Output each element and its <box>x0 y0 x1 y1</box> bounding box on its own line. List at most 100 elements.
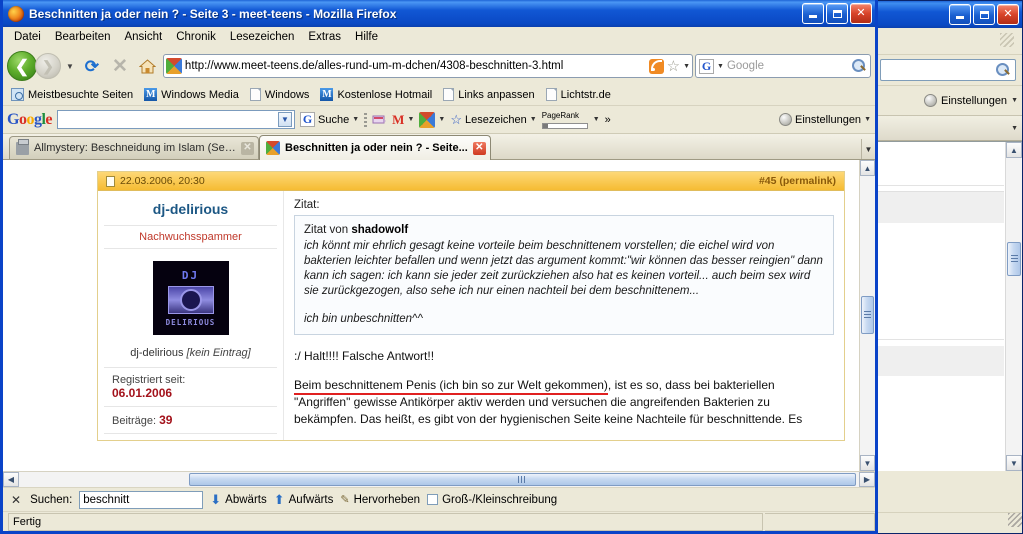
page-vertical-scrollbar[interactable]: ▲ ▼ <box>859 160 875 471</box>
bg-scroll-up-button[interactable]: ▲ <box>1006 142 1022 158</box>
google-settings-button[interactable]: Einstellungen ▼ <box>779 113 871 126</box>
tab-beschnitten[interactable]: Beschnitten ja oder nein ? - Seite... ✕ <box>259 135 491 160</box>
chevron-down-icon[interactable]: ▼ <box>407 116 414 123</box>
address-dropdown-icon[interactable]: ▼ <box>683 63 690 70</box>
menu-bearbeiten[interactable]: Bearbeiten <box>48 29 118 45</box>
bookmark-star-icon[interactable]: ☆ <box>667 59 680 74</box>
menu-hilfe[interactable]: Hilfe <box>348 29 385 45</box>
bg-close-button[interactable]: ✕ <box>997 4 1019 25</box>
bookmark-windows-media[interactable]: M Windows Media <box>140 87 243 102</box>
hscroll-thumb[interactable] <box>189 473 856 486</box>
find-previous-button[interactable]: ⬆ Aufwärts <box>274 493 334 506</box>
resize-grip[interactable] <box>1008 513 1022 527</box>
pagerank-label: PageRank <box>541 110 580 120</box>
forward-button[interactable]: ❯ <box>35 53 61 79</box>
google-engine-icon[interactable]: G <box>699 58 714 74</box>
pagerank-bar <box>541 122 588 129</box>
share-button[interactable]: ▼ <box>419 111 445 128</box>
bookmark-kostenlose-hotmail[interactable]: M Kostenlose Hotmail <box>316 87 436 102</box>
page-horizontal-scrollbar[interactable]: ◀ ▶ <box>3 471 875 487</box>
tab-allmystery[interactable]: Allmystery: Beschneidung im Islam (Seit.… <box>9 136 259 159</box>
post-message-text: :/ Halt!!!! Falsche Antwort!! Beim besch… <box>294 335 834 428</box>
find-next-button[interactable]: ⬇ Abwärts <box>210 493 266 506</box>
highlight-icon <box>372 115 387 124</box>
chevron-down-icon[interactable]: ▼ <box>438 116 445 123</box>
chevron-down-icon[interactable]: ▼ <box>864 116 871 123</box>
chevron-down-icon[interactable]: ▼ <box>278 112 293 127</box>
menu-ansicht[interactable]: Ansicht <box>117 29 169 45</box>
bg-scroll-thumb[interactable] <box>1007 242 1021 276</box>
google-suche-button[interactable]: G Suche ▼ <box>300 112 359 127</box>
background-browser-window[interactable]: ✕ Einstellungen ▼ ▼ ▲ ▼ <box>873 0 1023 534</box>
chevron-down-icon[interactable]: ▼ <box>530 116 537 123</box>
rss-feed-icon[interactable] <box>648 58 664 74</box>
quote-signature: ich bin unbeschnitten^^ <box>304 313 423 325</box>
chevron-down-icon[interactable]: ▼ <box>352 116 359 123</box>
scroll-track[interactable] <box>860 176 875 455</box>
bg-vertical-scrollbar[interactable]: ▲ ▼ <box>1005 142 1022 471</box>
search-bar[interactable]: G ▼ Google <box>695 54 871 78</box>
quote-author[interactable]: shadowolf <box>351 224 408 236</box>
find-matchcase-checkbox[interactable]: Groß-/Kleinschreibung <box>427 494 557 506</box>
findbar-close-icon[interactable]: ✕ <box>9 493 23 507</box>
bookmark-meistbesuchte-seiten[interactable]: Meistbesuchte Seiten <box>7 87 137 102</box>
share-icon <box>419 111 436 128</box>
lesezeichen-button[interactable]: ☆ Lesezeichen ▼ <box>450 113 536 126</box>
bookmark-lichtstr-de[interactable]: Lichtstr.de <box>542 87 615 102</box>
scroll-thumb[interactable] <box>861 296 874 334</box>
google-search-input[interactable]: ▼ <box>57 110 296 129</box>
gmail-icon: M <box>392 111 405 127</box>
gmail-button[interactable]: M ▼ <box>392 112 414 128</box>
bg-settings-label[interactable]: Einstellungen <box>941 95 1007 107</box>
maximize-button[interactable] <box>826 3 848 24</box>
search-icon[interactable] <box>851 58 867 74</box>
highlight-button[interactable] <box>372 113 387 126</box>
background-window-titlebar: ✕ <box>874 1 1022 28</box>
checkbox-icon[interactable] <box>427 494 439 505</box>
pagerank-indicator[interactable]: PageRank <box>541 110 588 129</box>
tab-close-icon[interactable]: ✕ <box>241 141 254 155</box>
partial-button-above <box>766 160 769 163</box>
bg-tablist-menu[interactable]: ▼ <box>1011 125 1018 132</box>
menu-extras[interactable]: Extras <box>301 29 348 45</box>
reload-icon[interactable]: ⟳ <box>79 53 105 79</box>
menu-lesezeichen[interactable]: Lesezeichen <box>223 29 302 45</box>
tab-close-icon[interactable]: ✕ <box>472 141 486 155</box>
bg-block-4 <box>876 346 1004 376</box>
menu-datei[interactable]: Datei <box>7 29 48 45</box>
highlighted-phrase: Beim beschnittenem Penis (ich bin so zur… <box>294 378 608 395</box>
chevron-down-icon[interactable]: ▼ <box>63 62 77 71</box>
menu-chronik[interactable]: Chronik <box>169 29 223 45</box>
hscroll-track[interactable] <box>19 472 859 487</box>
post-username[interactable]: dj-delirious <box>104 197 277 225</box>
tablist-menu-button[interactable]: ▼ <box>861 139 875 159</box>
m-icon: M <box>144 88 158 101</box>
scroll-right-button[interactable]: ▶ <box>859 472 875 487</box>
search-input[interactable]: Google <box>727 60 848 72</box>
home-icon[interactable] <box>135 53 161 79</box>
bg-scroll-down-button[interactable]: ▼ <box>1006 455 1022 471</box>
chevron-down-icon[interactable]: ▼ <box>1011 97 1018 104</box>
back-button[interactable]: ❮ <box>7 51 37 81</box>
bg-minimize-button[interactable] <box>949 4 971 25</box>
scroll-left-button[interactable]: ◀ <box>3 472 19 487</box>
engine-dropdown-icon[interactable]: ▼ <box>717 63 724 70</box>
post-permalink[interactable]: #45 (permalink) <box>759 175 836 187</box>
scroll-down-button[interactable]: ▼ <box>860 455 875 471</box>
minimize-button[interactable] <box>802 3 824 24</box>
google-overflow-button[interactable]: » <box>605 114 611 126</box>
address-bar[interactable]: http://www.meet-teens.de/alles-rund-um-m… <box>162 54 693 78</box>
bg-search-input[interactable] <box>880 59 1016 81</box>
scroll-up-button[interactable]: ▲ <box>860 160 875 176</box>
close-button[interactable]: ✕ <box>850 3 872 24</box>
stop-icon[interactable]: ✕ <box>107 53 133 79</box>
find-highlight-button[interactable]: ✎ Hervorheben <box>340 493 420 507</box>
bookmark-windows[interactable]: Windows <box>246 87 314 102</box>
bookmark-links-anpassen[interactable]: Links anpassen <box>439 87 538 102</box>
quote-prefix: Zitat von <box>304 224 352 236</box>
bg-maximize-button[interactable] <box>973 4 995 25</box>
bookmarks-toolbar: Meistbesuchte Seiten M Windows Media Win… <box>3 84 875 106</box>
bg-block-2 <box>876 191 1004 223</box>
chevron-down-icon[interactable]: ▼ <box>593 116 600 123</box>
find-input[interactable]: beschnitt <box>79 490 204 509</box>
